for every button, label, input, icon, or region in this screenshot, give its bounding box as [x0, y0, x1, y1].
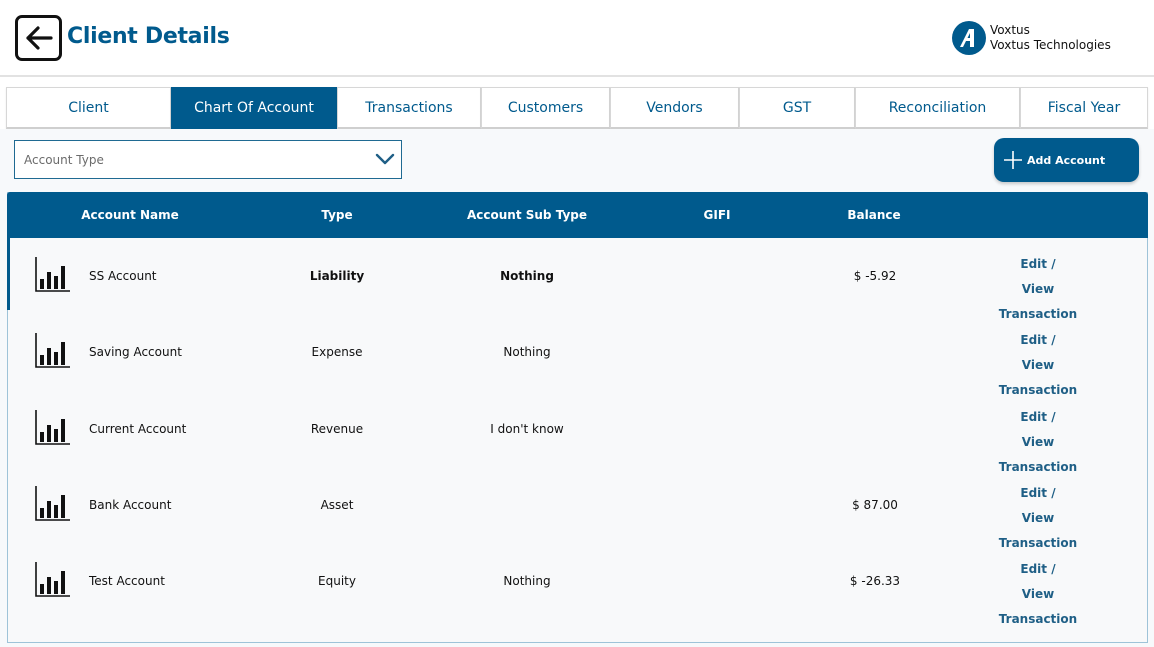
brand-subtitle: Voxtus Technologies — [990, 38, 1111, 52]
edit-link[interactable]: Edit / — [985, 405, 1091, 430]
table-row[interactable]: Bank Account Asset $ 87.00 Edit / View T… — [8, 467, 1147, 550]
account-type: Revenue — [310, 422, 364, 436]
account-balance: $ -5.92 — [853, 269, 897, 283]
table-row[interactable]: Saving Account Expense Nothing Edit / Vi… — [8, 314, 1147, 397]
brand-logo-icon — [952, 21, 986, 55]
account-name: Bank Account — [89, 498, 172, 512]
bar-chart-icon[interactable] — [34, 256, 72, 293]
brand: Voxtus Voxtus Technologies — [952, 21, 1111, 55]
account-sub-type: I don't know — [490, 422, 564, 436]
edit-link[interactable]: Edit / — [985, 252, 1091, 277]
account-type: Expense — [311, 345, 363, 359]
bar-chart-icon[interactable] — [34, 409, 72, 446]
tab-vendors[interactable]: Vendors — [610, 87, 739, 129]
add-account-label: Add Account — [1027, 153, 1106, 167]
edit-link[interactable]: Edit / — [985, 481, 1091, 506]
bar-chart-icon[interactable] — [34, 485, 72, 522]
table-header: Account Name Type Account Sub Type GIFI … — [7, 192, 1148, 238]
tab-transactions[interactable]: Transactions — [337, 87, 481, 129]
account-balance: $ 87.00 — [852, 498, 898, 512]
edit-link[interactable]: Edit / — [985, 328, 1091, 353]
account-sub-type: Nothing — [500, 269, 554, 283]
account-sub-type: Nothing — [503, 574, 551, 588]
account-sub-type: Nothing — [503, 345, 551, 359]
account-name: Current Account — [89, 422, 187, 436]
account-type: Liability — [309, 269, 365, 283]
column-header-type[interactable]: Type — [321, 208, 352, 222]
tab-gst[interactable]: GST — [739, 87, 855, 129]
add-account-button[interactable]: Add Account — [994, 138, 1139, 182]
account-name: SS Account — [89, 269, 157, 283]
account-type: Equity — [318, 574, 356, 588]
table-row[interactable]: SS Account Liability Nothing $ -5.92 Edi… — [7, 238, 1147, 321]
tab-chart-of-account[interactable]: Chart Of Account — [171, 87, 337, 129]
bar-chart-icon[interactable] — [34, 561, 72, 598]
tab-client[interactable]: Client — [6, 87, 171, 129]
app-header: Client Details Voxtus Voxtus Technologie… — [0, 0, 1154, 77]
brand-text: Voxtus Voxtus Technologies — [990, 23, 1111, 53]
column-header-account-name[interactable]: Account Name — [81, 208, 179, 222]
accounts-table: Account Name Type Account Sub Type GIFI … — [7, 192, 1148, 643]
account-name: Test Account — [89, 574, 165, 588]
row-actions: Edit / View Transaction — [985, 557, 1091, 632]
tab-bar: Client Chart Of Account Transactions Cus… — [6, 87, 1148, 129]
brand-name: Voxtus — [990, 23, 1030, 37]
account-balance: $ -26.33 — [849, 574, 901, 588]
table-row[interactable]: Current Account Revenue I don't know Edi… — [8, 391, 1147, 474]
account-type-placeholder: Account Type — [24, 152, 104, 167]
tab-customers[interactable]: Customers — [481, 87, 610, 129]
arrow-left-icon — [25, 26, 53, 50]
account-name: Saving Account — [89, 345, 182, 359]
account-type: Asset — [320, 498, 354, 512]
chevron-down-icon — [375, 153, 395, 165]
tab-reconciliation[interactable]: Reconciliation — [855, 87, 1020, 129]
view-transaction-link[interactable]: View Transaction — [985, 582, 1091, 632]
account-type-select[interactable]: Account Type — [14, 140, 402, 179]
back-button[interactable] — [15, 15, 62, 61]
column-header-balance[interactable]: Balance — [847, 208, 900, 222]
column-header-gifi[interactable]: GIFI — [704, 208, 731, 222]
tab-fiscal-year[interactable]: Fiscal Year — [1020, 87, 1148, 129]
bar-chart-icon[interactable] — [34, 332, 72, 369]
edit-link[interactable]: Edit / — [985, 557, 1091, 582]
column-header-sub-type[interactable]: Account Sub Type — [467, 208, 587, 222]
plus-icon — [1004, 151, 1022, 169]
table-row[interactable]: Test Account Equity Nothing $ -26.33 Edi… — [8, 543, 1147, 626]
page-title: Client Details — [67, 24, 230, 49]
